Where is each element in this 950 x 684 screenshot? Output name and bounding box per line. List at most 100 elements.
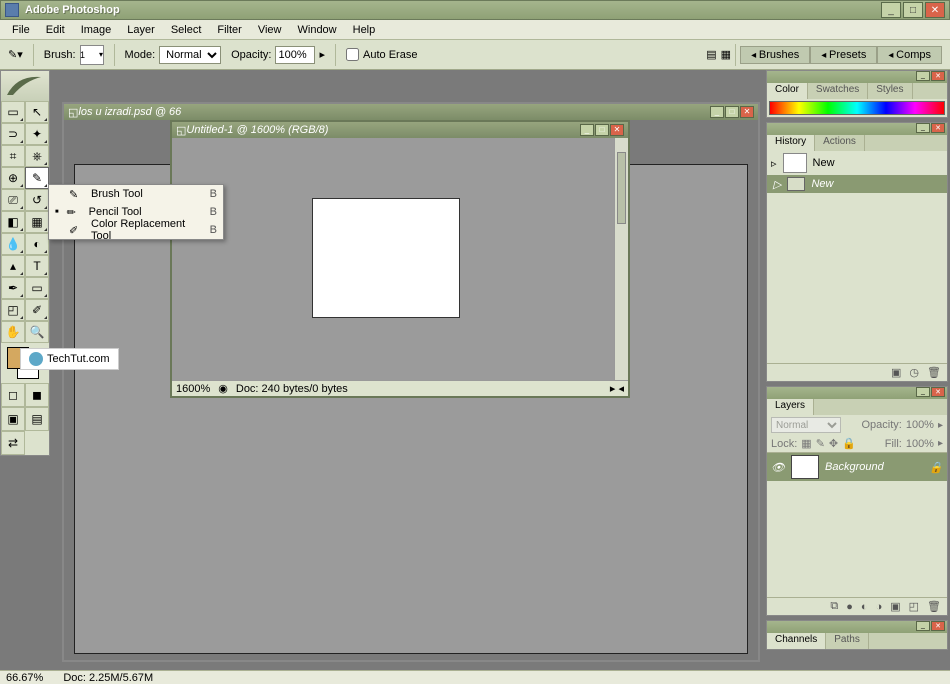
panel-min-button[interactable]: _ [916, 387, 930, 397]
front-doc-canvas-area[interactable] [172, 138, 614, 380]
menu-image[interactable]: Image [73, 22, 120, 38]
gradient-tool[interactable]: ▦ [25, 211, 49, 233]
lock-move-icon[interactable]: ✥ [829, 437, 838, 450]
front-doc-close-button[interactable]: ✕ [610, 124, 624, 136]
panel-close-button[interactable]: ✕ [931, 387, 945, 397]
maximize-button[interactable]: □ [903, 2, 923, 18]
menu-select[interactable]: Select [163, 22, 210, 38]
tab-history[interactable]: History [767, 135, 815, 151]
panel-close-button[interactable]: ✕ [931, 123, 945, 133]
bg-doc-titlebar[interactable]: ◱ los u izradi.psd @ 66 _ □ ✕ [64, 104, 758, 120]
visibility-icon[interactable]: 👁 [771, 461, 785, 474]
color-ramp[interactable] [769, 101, 945, 115]
link-icon[interactable]: ⧉ [830, 600, 838, 613]
menu-edit[interactable]: Edit [38, 22, 73, 38]
heal-tool[interactable]: ⊕ [1, 167, 25, 189]
front-doc-min-button[interactable]: _ [580, 124, 594, 136]
type-tool[interactable]: T [25, 255, 49, 277]
eyedropper-tool[interactable]: ✐ [25, 299, 49, 321]
tab-styles[interactable]: Styles [868, 83, 912, 99]
front-doc-max-button[interactable]: □ [595, 124, 609, 136]
menu-file[interactable]: File [4, 22, 38, 38]
flyout-brush-tool[interactable]: ✎ Brush Tool B [49, 185, 223, 203]
layer-background[interactable]: 👁 Background 🔒 [767, 453, 947, 481]
lock-all-icon[interactable]: 🔒 [842, 437, 856, 450]
front-doc-canvas[interactable] [312, 198, 460, 318]
mode-select[interactable]: Normal [159, 46, 221, 64]
tab-swatches[interactable]: Swatches [808, 83, 868, 99]
history-snapshot[interactable]: ▹ New [767, 151, 947, 175]
hand-tool[interactable]: ✋ [1, 321, 25, 343]
well-presets[interactable]: ◂ Presets [810, 46, 877, 64]
adjustment-icon[interactable]: ◑ [876, 601, 883, 613]
path-select-tool[interactable]: ▴ [1, 255, 25, 277]
minimize-button[interactable]: _ [881, 2, 901, 18]
pen-tool[interactable]: ✒ [1, 277, 25, 299]
menu-view[interactable]: View [250, 22, 290, 38]
flyout-color-replace-tool[interactable]: ✐ Color Replacement Tool B [49, 221, 223, 239]
lock-trans-icon[interactable]: ▦ [801, 437, 811, 450]
dodge-tool[interactable]: ◐ [25, 233, 49, 255]
bg-doc-max-button[interactable]: □ [725, 106, 739, 118]
well-brushes[interactable]: ◂ Brushes [740, 46, 810, 64]
new-doc-from-state-icon[interactable]: ▣ [891, 366, 901, 379]
wand-tool[interactable]: ✦ [25, 123, 49, 145]
imageready-icon[interactable]: ⇄ [1, 431, 25, 455]
auto-erase-checkbox[interactable]: Auto Erase [346, 48, 417, 61]
brush-tool[interactable]: ✎ [25, 167, 49, 189]
tab-color[interactable]: Color [767, 83, 808, 99]
menu-help[interactable]: Help [345, 22, 384, 38]
panel-min-button[interactable]: _ [916, 123, 930, 133]
marquee-tool[interactable]: ▭ [1, 101, 25, 123]
screen-mode-1-icon[interactable]: ▣ [1, 407, 25, 431]
brush-picker[interactable]: 1 [80, 45, 104, 65]
history-brush-src-icon[interactable]: ▹ [771, 157, 777, 170]
panel-min-button[interactable]: _ [916, 71, 930, 81]
crop-tool[interactable]: ⌗ [1, 145, 25, 167]
tool-preset-icon[interactable]: ✎▾ [8, 48, 23, 61]
tab-channels[interactable]: Channels [767, 633, 826, 649]
zoom-tool[interactable]: 🔍 [25, 321, 49, 343]
tab-actions[interactable]: Actions [815, 135, 865, 151]
new-snapshot-icon[interactable]: ◷ [909, 366, 919, 379]
zoom-value[interactable]: 1600% [176, 383, 210, 395]
notes-tool[interactable]: ◰ [1, 299, 25, 321]
panel-close-button[interactable]: ✕ [931, 621, 945, 631]
tab-layers[interactable]: Layers [767, 399, 814, 415]
scrollbar-v[interactable] [614, 138, 628, 380]
bg-doc-close-button[interactable]: ✕ [740, 106, 754, 118]
well-comps[interactable]: ◂ Comps [877, 46, 942, 64]
slice-tool[interactable]: ⎈ [25, 145, 49, 167]
bg-doc-min-button[interactable]: _ [710, 106, 724, 118]
quickmask-mode-icon[interactable]: ◼ [25, 383, 49, 407]
menu-window[interactable]: Window [290, 22, 345, 38]
close-button[interactable]: ✕ [925, 2, 945, 18]
fx-icon[interactable]: ● [846, 601, 853, 613]
status-icon[interactable]: ◉ [218, 382, 228, 395]
history-state-new[interactable]: ▷ New [767, 175, 947, 193]
mask-icon[interactable]: ◐ [861, 601, 868, 613]
standard-mode-icon[interactable]: ◻ [1, 383, 25, 407]
lock-paint-icon[interactable]: ✎ [816, 437, 825, 450]
bridge-icon[interactable]: ▦ [721, 48, 731, 61]
blend-mode-select[interactable]: Normal [771, 417, 841, 433]
screen-mode-2-icon[interactable]: ▤ [25, 407, 49, 431]
new-layer-icon[interactable]: ◰ [909, 600, 919, 613]
folder-icon[interactable]: ▣ [890, 600, 900, 613]
move-tool[interactable]: ↖ [25, 101, 49, 123]
status-zoom[interactable]: 66.67% [6, 672, 43, 684]
menu-layer[interactable]: Layer [119, 22, 163, 38]
front-doc-titlebar[interactable]: ◱ Untitled-1 @ 1600% (RGB/8) _ □ ✕ [172, 122, 628, 138]
palette-icon[interactable]: ▤ [706, 48, 716, 61]
opacity-input[interactable] [275, 46, 315, 64]
trash-icon[interactable]: 🗑 [927, 366, 941, 379]
eraser-tool[interactable]: ◧ [1, 211, 25, 233]
shape-tool[interactable]: ▭ [25, 277, 49, 299]
menu-filter[interactable]: Filter [209, 22, 249, 38]
blur-tool[interactable]: 💧 [1, 233, 25, 255]
panel-min-button[interactable]: _ [916, 621, 930, 631]
trash-icon[interactable]: 🗑 [927, 600, 941, 613]
history-brush-tool[interactable]: ↺ [25, 189, 49, 211]
lasso-tool[interactable]: ⊃ [1, 123, 25, 145]
panel-close-button[interactable]: ✕ [931, 71, 945, 81]
